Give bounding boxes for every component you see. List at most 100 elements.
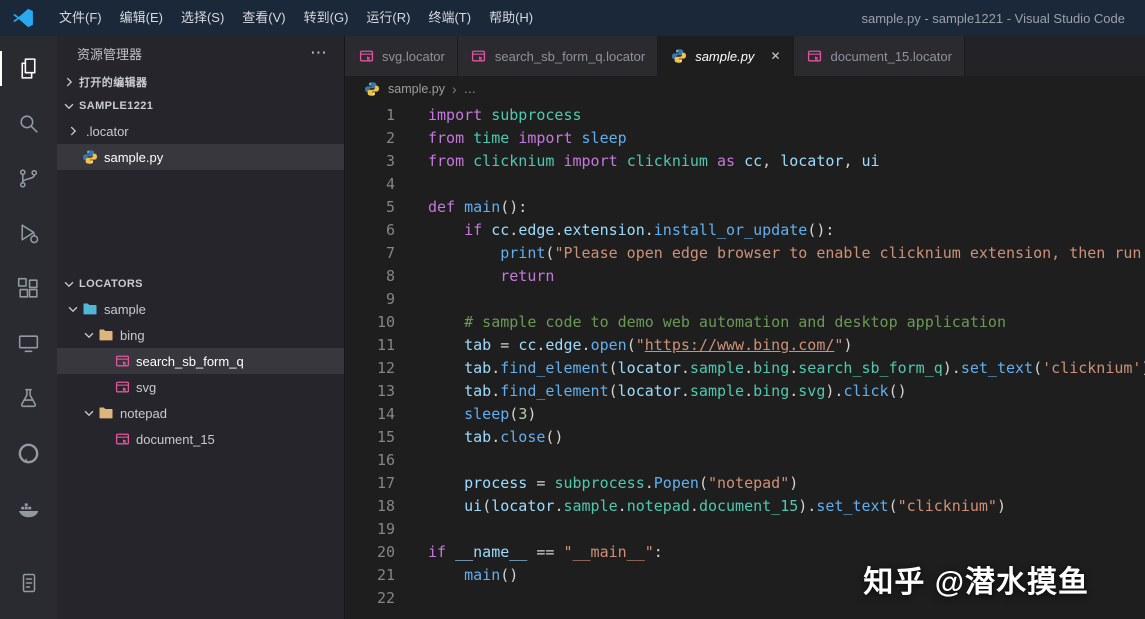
activity-run-debug[interactable] <box>0 207 57 260</box>
close-icon[interactable]: ✕ <box>770 49 780 63</box>
section-header[interactable]: SAMPLE1221 <box>57 94 344 118</box>
menu-item[interactable]: 编辑(E) <box>111 0 172 36</box>
section-header[interactable]: 打开的编辑器 <box>57 70 344 94</box>
code-line[interactable]: 19 <box>345 518 1145 541</box>
code-token: open <box>590 336 627 354</box>
code-token: install_or_update <box>653 221 808 239</box>
code-token: import <box>518 129 573 147</box>
code-line[interactable]: 18 ui(locator.sample.notepad.document_15… <box>345 495 1145 518</box>
activity-testing[interactable] <box>0 372 57 425</box>
code-line[interactable]: 6 if cc.edge.extension.install_or_update… <box>345 219 1145 242</box>
code-token: cc <box>518 336 537 354</box>
code-token: ). <box>825 382 844 400</box>
line-number[interactable]: 5 <box>345 196 395 219</box>
menu-item[interactable]: 帮助(H) <box>480 0 542 36</box>
code-line[interactable]: 1 import subprocess <box>345 104 1145 127</box>
activity-source-control[interactable] <box>0 152 57 205</box>
code-line[interactable]: 11 tab = cc.edge.open("https://www.bing.… <box>345 334 1145 357</box>
line-number[interactable]: 3 <box>345 150 395 173</box>
tab-sample.py[interactable]: sample.py ✕ <box>658 36 794 76</box>
breadcrumb-more[interactable]: … <box>464 82 477 96</box>
code-line[interactable]: 17 process = subprocess.Popen("notepad") <box>345 472 1145 495</box>
activity-github[interactable] <box>0 427 57 480</box>
code-token: cc <box>744 152 763 170</box>
tree-item-svg[interactable]: svg <box>57 374 344 400</box>
code-line[interactable]: 8 return <box>345 265 1145 288</box>
line-number[interactable]: 18 <box>345 495 395 518</box>
code-token: bing <box>753 359 790 377</box>
line-number[interactable]: 19 <box>345 518 395 541</box>
tree-item-.locator[interactable]: .locator <box>57 118 344 144</box>
code-line[interactable]: 16 <box>345 449 1145 472</box>
editor[interactable]: 1 import subprocess 2 from time import slee… <box>345 102 1145 619</box>
tree-item-sample[interactable]: sample <box>57 296 344 322</box>
python-icon <box>81 149 99 165</box>
line-number[interactable]: 9 <box>345 288 395 311</box>
code-token: . <box>644 221 654 239</box>
code-line[interactable]: 3 from clicknium import clicknium as cc, … <box>345 150 1145 173</box>
activity-extensions[interactable] <box>0 262 57 315</box>
line-number[interactable]: 14 <box>345 403 395 426</box>
line-number[interactable]: 22 <box>345 587 395 610</box>
section-header[interactable]: LOCATORS <box>57 272 344 296</box>
line-number[interactable]: 21 <box>345 564 395 587</box>
menu-item[interactable]: 文件(F) <box>50 0 111 36</box>
code-token: search_sb_form_q <box>798 359 943 377</box>
code-line[interactable]: 9 <box>345 288 1145 311</box>
menu-item[interactable]: 选择(S) <box>172 0 233 36</box>
code-line[interactable]: 7 print("Please open edge browser to ena… <box>345 242 1145 265</box>
tab-label: svg.locator <box>382 48 445 64</box>
code-line[interactable]: 2 from time import sleep <box>345 127 1145 150</box>
line-number[interactable]: 1 <box>345 104 395 127</box>
activity-docker[interactable] <box>0 482 57 535</box>
code-line[interactable]: 5 def main(): <box>345 196 1145 219</box>
code-token: (): <box>500 198 528 216</box>
locator-icon <box>113 432 131 447</box>
code-line[interactable]: 13 tab.find_element(locator.sample.bing.… <box>345 380 1145 403</box>
code-token: (): <box>807 221 835 239</box>
line-number[interactable]: 7 <box>345 242 395 265</box>
more-actions-icon[interactable]: ⋯ <box>310 43 328 63</box>
tree-item-notepad[interactable]: notepad <box>57 400 344 426</box>
breadcrumb-file[interactable]: sample.py <box>388 82 445 96</box>
line-number[interactable]: 16 <box>345 449 395 472</box>
line-number[interactable]: 11 <box>345 334 395 357</box>
tree-item-label: sample.py <box>104 149 164 165</box>
tab-svg.locator[interactable]: svg.locator <box>345 36 458 76</box>
activity-output[interactable] <box>0 556 57 609</box>
activity-search[interactable] <box>0 97 57 150</box>
vscode-window: 文件(F) 编辑(E) 选择(S) 查看(V) 转到(G) 运行(R) 终端(T) 帮助(H)… <box>0 0 1145 619</box>
tab-document_15.locator[interactable]: document_15.locator <box>793 36 965 76</box>
menu-item[interactable]: 终端(T) <box>419 0 480 36</box>
line-number[interactable]: 12 <box>345 357 395 380</box>
code-line[interactable]: 14 sleep(3) <box>345 403 1145 426</box>
tab-search_sb_form_q.locator[interactable]: search_sb_form_q.locator <box>457 36 659 76</box>
code-line[interactable]: 4 <box>345 173 1145 196</box>
line-number[interactable]: 2 <box>345 127 395 150</box>
code-token: "notepad" <box>707 474 790 492</box>
line-number[interactable]: 8 <box>345 265 395 288</box>
tree-item-search_sb_form_q[interactable]: search_sb_form_q <box>57 348 344 374</box>
tree-item-sample.py[interactable]: sample.py <box>57 144 344 170</box>
line-number[interactable]: 17 <box>345 472 395 495</box>
activity-explorer[interactable] <box>0 42 57 95</box>
python-icon <box>670 48 688 64</box>
code-line[interactable]: 10 # sample code to demo web automation … <box>345 311 1145 334</box>
tree-item-bing[interactable]: bing <box>57 322 344 348</box>
menu-item[interactable]: 运行(R) <box>357 0 419 36</box>
line-number[interactable]: 4 <box>345 173 395 196</box>
line-number[interactable]: 15 <box>345 426 395 449</box>
tree-item-document_15[interactable]: document_15 <box>57 426 344 452</box>
activity-remote-explorer[interactable] <box>0 317 57 370</box>
line-number[interactable]: 20 <box>345 541 395 564</box>
menu-item[interactable]: 查看(V) <box>233 0 294 36</box>
line-number[interactable]: 13 <box>345 380 395 403</box>
line-number[interactable]: 10 <box>345 311 395 334</box>
menu-item[interactable]: 转到(G) <box>295 0 358 36</box>
code-line[interactable]: 15 tab.close() <box>345 426 1145 449</box>
line-number[interactable]: 6 <box>345 219 395 242</box>
section-label: LOCATORS <box>79 278 143 290</box>
code-line[interactable]: 12 tab.find_element(locator.sample.bing.… <box>345 357 1145 380</box>
code-token: tab <box>464 382 492 400</box>
